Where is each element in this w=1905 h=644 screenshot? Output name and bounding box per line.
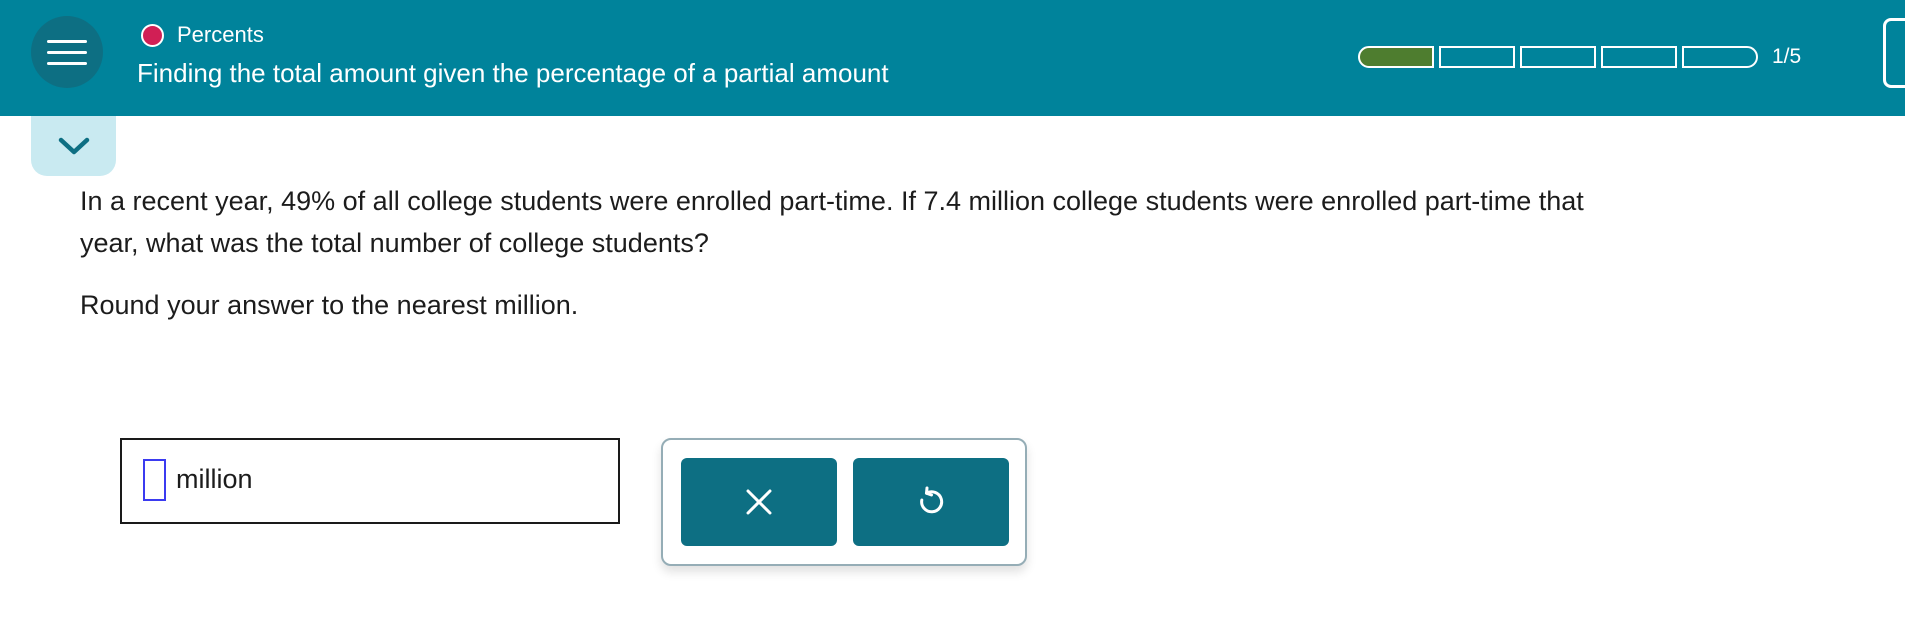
undo-icon [920,486,944,514]
question-instruction: Round your answer to the nearest million… [80,290,579,320]
answer-tools-panel [661,438,1027,566]
header-side-button[interactable] [1883,18,1905,88]
answer-box[interactable]: million [120,438,620,524]
topic-status-icon [141,23,164,47]
question-text: In a recent year, 49% of all college stu… [80,186,1584,258]
progress-segment [1520,46,1596,68]
clear-button[interactable] [681,458,837,546]
topic-label: Percents [177,22,264,47]
collapse-toggle[interactable] [31,116,116,176]
hamburger-icon [47,39,87,43]
progress-label: 1/5 [1772,45,1802,68]
answer-input[interactable] [143,459,166,501]
x-icon [746,489,772,515]
progress-segment [1439,46,1515,68]
undo-button[interactable] [853,458,1009,546]
progress-indicator: 1/5 [1358,45,1801,69]
progress-segment [1682,46,1758,68]
progress-segment [1601,46,1677,68]
topic-line: Percents [141,22,264,48]
progress-segment [1358,46,1434,68]
header-bar: Percents Finding the total amount given … [0,0,1905,116]
answer-unit-label: million [176,464,253,494]
menu-button[interactable] [31,16,103,88]
page-title: Finding the total amount given the perce… [137,58,889,88]
chevron-down-icon [58,137,89,155]
